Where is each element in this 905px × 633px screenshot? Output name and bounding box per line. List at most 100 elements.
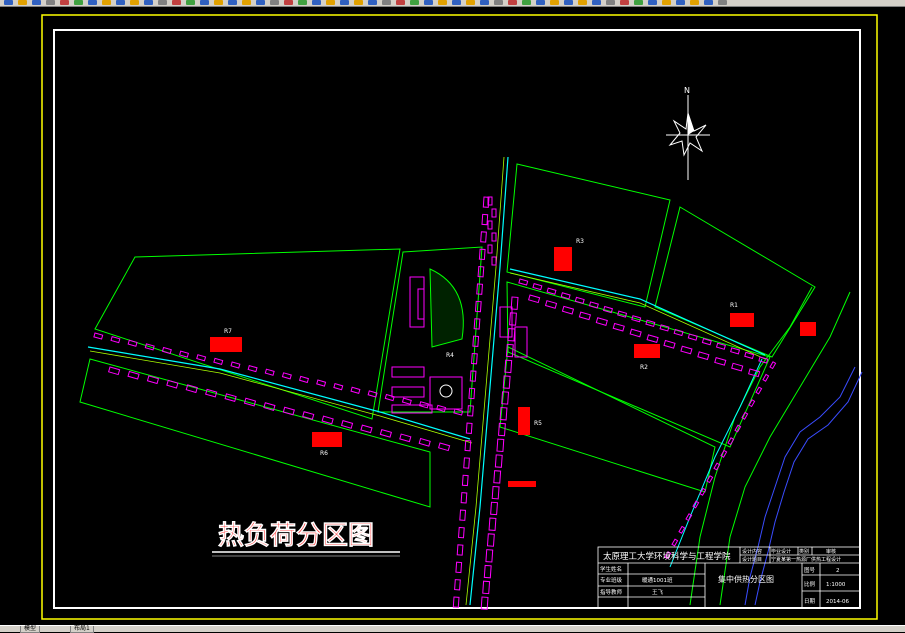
toolbar-button[interactable] bbox=[130, 0, 139, 5]
building bbox=[436, 404, 447, 413]
toolbar bbox=[0, 0, 905, 7]
toolbar-button[interactable] bbox=[536, 0, 545, 5]
toolbar-button[interactable] bbox=[592, 0, 601, 5]
building bbox=[491, 232, 497, 242]
toolbar-button[interactable] bbox=[326, 0, 335, 5]
toolbar-button[interactable] bbox=[144, 0, 153, 5]
building bbox=[532, 282, 543, 291]
tab-layout1[interactable]: 布局1 bbox=[70, 626, 94, 633]
toolbar-button[interactable] bbox=[368, 0, 377, 5]
building bbox=[438, 442, 451, 452]
toolbar-button[interactable] bbox=[340, 0, 349, 5]
toolbar-button[interactable] bbox=[60, 0, 69, 5]
toolbar-button[interactable] bbox=[116, 0, 125, 5]
cell-scale: 1:1000 bbox=[826, 582, 846, 588]
toolbar-button[interactable] bbox=[396, 0, 405, 5]
toolbar-button[interactable] bbox=[228, 0, 237, 5]
toolbar-button[interactable] bbox=[256, 0, 265, 5]
building bbox=[496, 438, 505, 453]
cell-drawing-no: 2 bbox=[836, 568, 840, 574]
building bbox=[490, 501, 498, 516]
building bbox=[588, 301, 599, 309]
toolbar-button[interactable] bbox=[46, 0, 55, 5]
building bbox=[494, 454, 503, 468]
toolbar-button[interactable] bbox=[494, 0, 503, 5]
building bbox=[281, 372, 292, 380]
toolbar-button[interactable] bbox=[270, 0, 279, 5]
toolbar-button[interactable] bbox=[550, 0, 559, 5]
building bbox=[127, 339, 138, 347]
toolbar-button[interactable] bbox=[18, 0, 27, 5]
building bbox=[127, 370, 140, 380]
zone-label-r3: R3 bbox=[576, 238, 584, 245]
toolbar-button[interactable] bbox=[172, 0, 181, 5]
toolbar-button[interactable] bbox=[354, 0, 363, 5]
toolbar-button[interactable] bbox=[690, 0, 699, 5]
toolbar-button[interactable] bbox=[620, 0, 629, 5]
toolbar-button[interactable] bbox=[382, 0, 391, 5]
cell-review: 审核 bbox=[826, 548, 836, 555]
building bbox=[213, 357, 224, 366]
cell-drawing-no-label: 图号 bbox=[804, 566, 816, 574]
cell-category: 类别 bbox=[799, 548, 809, 555]
drawing-canvas[interactable]: R7 R6 R3 R5 R1 R2 R4 N 热负荷分区图 太原理工大学环境科学… bbox=[0, 7, 905, 625]
toolbar-button[interactable] bbox=[4, 0, 13, 5]
toolbar-button[interactable] bbox=[466, 0, 475, 5]
tab-model[interactable]: 模型 bbox=[20, 626, 41, 633]
toolbar-button[interactable] bbox=[214, 0, 223, 5]
toolbar-button[interactable] bbox=[634, 0, 643, 5]
toolbar-button[interactable] bbox=[648, 0, 657, 5]
toolbar-button[interactable] bbox=[676, 0, 685, 5]
building bbox=[612, 322, 625, 332]
building bbox=[629, 328, 642, 338]
zone-r7-boundary bbox=[94, 248, 401, 420]
toolbar-button[interactable] bbox=[102, 0, 111, 5]
building bbox=[340, 420, 354, 429]
building bbox=[457, 526, 465, 539]
cell-date: 2014-06 bbox=[826, 599, 849, 605]
toolbar-button[interactable] bbox=[704, 0, 713, 5]
building bbox=[487, 244, 493, 254]
toolbar-button[interactable] bbox=[718, 0, 727, 5]
toolbar-button[interactable] bbox=[284, 0, 293, 5]
toolbar-button[interactable] bbox=[452, 0, 461, 5]
toolbar-button[interactable] bbox=[158, 0, 167, 5]
toolbar-button[interactable] bbox=[564, 0, 573, 5]
building bbox=[491, 256, 497, 266]
building bbox=[178, 350, 190, 358]
building bbox=[680, 345, 693, 355]
cell-topic-value: 宁夏某第一热源厂供热工程设计 bbox=[771, 556, 841, 563]
building bbox=[460, 492, 468, 504]
toolbar-button[interactable] bbox=[480, 0, 489, 5]
building bbox=[493, 470, 502, 484]
building bbox=[673, 328, 684, 337]
toolbar-button[interactable] bbox=[88, 0, 97, 5]
building bbox=[514, 326, 528, 358]
toolbar-button[interactable] bbox=[662, 0, 671, 5]
toolbar-button[interactable] bbox=[74, 0, 83, 5]
toolbar-button[interactable] bbox=[424, 0, 433, 5]
toolbar-button[interactable] bbox=[410, 0, 419, 5]
building bbox=[247, 364, 258, 373]
toolbar-button[interactable] bbox=[438, 0, 447, 5]
building bbox=[720, 449, 728, 458]
cell-student-name-label: 学生姓名 bbox=[600, 565, 622, 573]
building bbox=[463, 457, 470, 469]
toolbar-button[interactable] bbox=[32, 0, 41, 5]
toolbar-button[interactable] bbox=[508, 0, 517, 5]
toolbar-button[interactable] bbox=[200, 0, 209, 5]
building bbox=[671, 538, 679, 547]
toolbar-button[interactable] bbox=[578, 0, 587, 5]
toolbar-button[interactable] bbox=[312, 0, 321, 5]
toolbar-button[interactable] bbox=[606, 0, 615, 5]
building bbox=[692, 500, 700, 509]
toolbar-button[interactable] bbox=[522, 0, 531, 5]
toolbar-button[interactable] bbox=[242, 0, 251, 5]
building bbox=[485, 549, 494, 563]
building bbox=[518, 278, 529, 286]
toolbar-button[interactable] bbox=[298, 0, 307, 5]
building bbox=[391, 386, 425, 398]
building bbox=[762, 373, 770, 382]
toolbar-button[interactable] bbox=[186, 0, 195, 5]
cell-instructor-label: 指导教师 bbox=[600, 588, 623, 596]
